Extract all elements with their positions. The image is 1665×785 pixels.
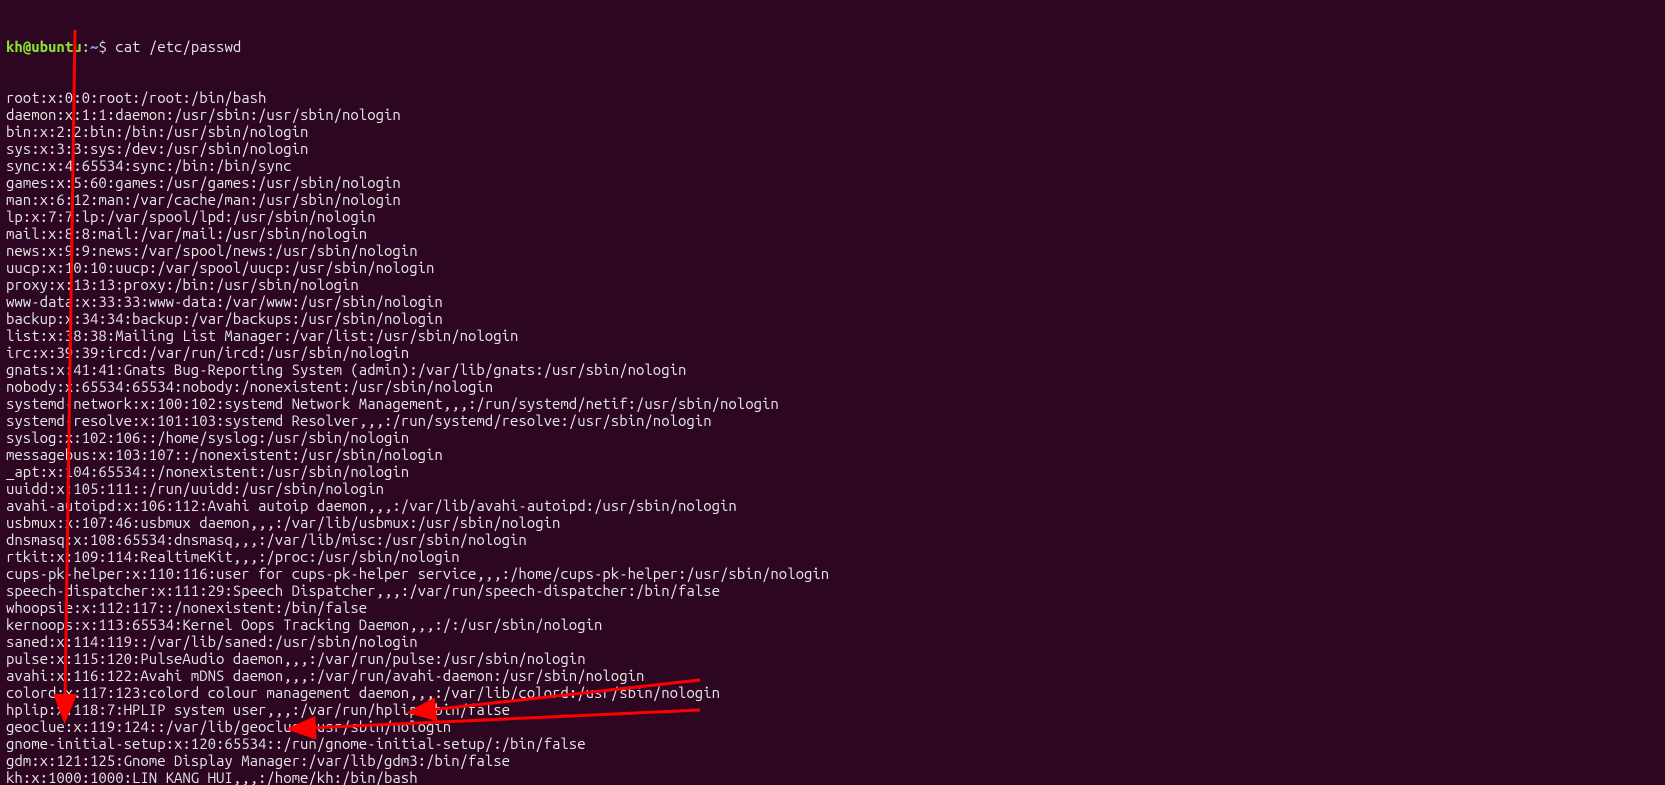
output-line: nobody:x:65534:65534:nobody:/nonexistent… <box>6 378 1659 395</box>
output-line: news:x:9:9:news:/var/spool/news:/usr/sbi… <box>6 242 1659 259</box>
output-line: rtkit:x:109:114:RealtimeKit,,,:/proc:/us… <box>6 548 1659 565</box>
output-block: root:x:0:0:root:/root:/bin/bashdaemon:x:… <box>6 89 1659 785</box>
output-line: bin:x:2:2:bin:/bin:/usr/sbin/nologin <box>6 123 1659 140</box>
output-line: avahi:x:116:122:Avahi mDNS daemon,,,:/va… <box>6 667 1659 684</box>
output-line: colord:x:117:123:colord colour managemen… <box>6 684 1659 701</box>
output-line: cups-pk-helper:x:110:116:user for cups-p… <box>6 565 1659 582</box>
prompt-colon: : <box>82 38 90 55</box>
output-line: dnsmasq:x:108:65534:dnsmasq,,,:/var/lib/… <box>6 531 1659 548</box>
output-line: games:x:5:60:games:/usr/games:/usr/sbin/… <box>6 174 1659 191</box>
output-line: usbmux:x:107:46:usbmux daemon,,,:/var/li… <box>6 514 1659 531</box>
output-line: mail:x:8:8:mail:/var/mail:/usr/sbin/nolo… <box>6 225 1659 242</box>
output-line: irc:x:39:39:ircd:/var/run/ircd:/usr/sbin… <box>6 344 1659 361</box>
output-line: root:x:0:0:root:/root:/bin/bash <box>6 89 1659 106</box>
output-line: gdm:x:121:125:Gnome Display Manager:/var… <box>6 752 1659 769</box>
prompt-user: kh <box>6 38 23 55</box>
prompt-at: @ <box>23 38 31 55</box>
output-line: whoopsie:x:112:117::/nonexistent:/bin/fa… <box>6 599 1659 616</box>
output-line: kh:x:1000:1000:LIN KANG HUI,,,:/home/kh:… <box>6 769 1659 785</box>
output-line: uucp:x:10:10:uucp:/var/spool/uucp:/usr/s… <box>6 259 1659 276</box>
output-line: gnome-initial-setup:x:120:65534::/run/gn… <box>6 735 1659 752</box>
command-text: cat /etc/passwd <box>107 38 241 55</box>
output-line: pulse:x:115:120:PulseAudio daemon,,,:/va… <box>6 650 1659 667</box>
output-line: messagebus:x:103:107::/nonexistent:/usr/… <box>6 446 1659 463</box>
output-line: www-data:x:33:33:www-data:/var/www:/usr/… <box>6 293 1659 310</box>
output-line: _apt:x:104:65534::/nonexistent:/usr/sbin… <box>6 463 1659 480</box>
output-line: speech-dispatcher:x:111:29:Speech Dispat… <box>6 582 1659 599</box>
output-line: backup:x:34:34:backup:/var/backups:/usr/… <box>6 310 1659 327</box>
output-line: systemd-resolve:x:101:103:systemd Resolv… <box>6 412 1659 429</box>
output-line: sys:x:3:3:sys:/dev:/usr/sbin/nologin <box>6 140 1659 157</box>
output-line: lp:x:7:7:lp:/var/spool/lpd:/usr/sbin/nol… <box>6 208 1659 225</box>
output-line: list:x:38:38:Mailing List Manager:/var/l… <box>6 327 1659 344</box>
output-line: uuidd:x:105:111::/run/uuidd:/usr/sbin/no… <box>6 480 1659 497</box>
output-line: man:x:6:12:man:/var/cache/man:/usr/sbin/… <box>6 191 1659 208</box>
output-line: gnats:x:41:41:Gnats Bug-Reporting System… <box>6 361 1659 378</box>
output-line: avahi-autoipd:x:106:112:Avahi autoip dae… <box>6 497 1659 514</box>
prompt-dollar: $ <box>98 38 106 55</box>
output-line: daemon:x:1:1:daemon:/usr/sbin:/usr/sbin/… <box>6 106 1659 123</box>
output-line: geoclue:x:119:124::/var/lib/geoclue:/usr… <box>6 718 1659 735</box>
output-line: sync:x:4:65534:sync:/bin:/bin/sync <box>6 157 1659 174</box>
prompt-host: ubuntu <box>31 38 81 55</box>
output-line: saned:x:114:119::/var/lib/saned:/usr/sbi… <box>6 633 1659 650</box>
output-line: systemd-network:x:100:102:systemd Networ… <box>6 395 1659 412</box>
terminal[interactable]: kh@ubuntu:~$ cat /etc/passwd root:x:0:0:… <box>0 0 1665 785</box>
prompt-line-1: kh@ubuntu:~$ cat /etc/passwd <box>6 38 1659 55</box>
output-line: kernoops:x:113:65534:Kernel Oops Trackin… <box>6 616 1659 633</box>
output-line: syslog:x:102:106::/home/syslog:/usr/sbin… <box>6 429 1659 446</box>
output-line: proxy:x:13:13:proxy:/bin:/usr/sbin/nolog… <box>6 276 1659 293</box>
output-line: hplip:x:118:7:HPLIP system user,,,:/var/… <box>6 701 1659 718</box>
